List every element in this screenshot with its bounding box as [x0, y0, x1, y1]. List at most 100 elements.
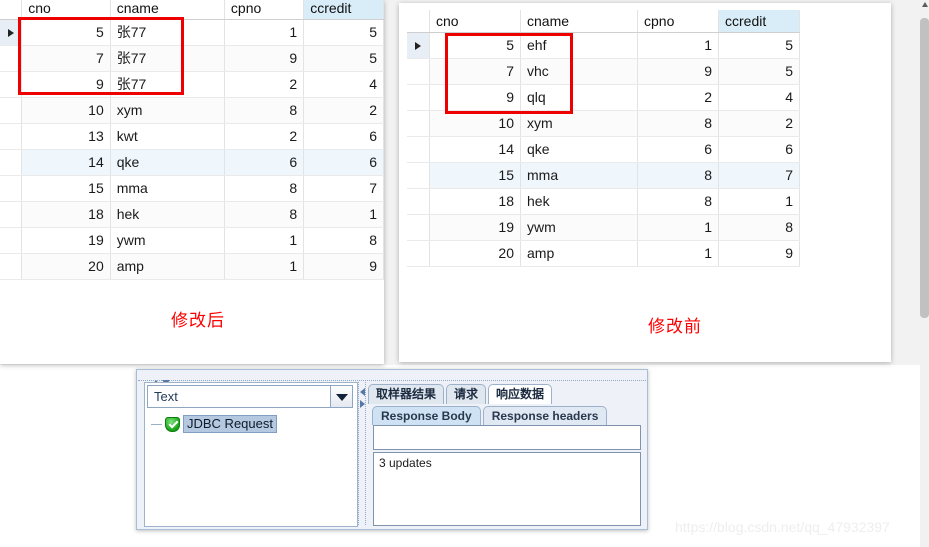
cell-cname[interactable]: mma — [110, 175, 225, 202]
table-row[interactable]: 14 qke 6 6 — [0, 149, 384, 176]
cell-cno[interactable]: 5 — [21, 19, 111, 46]
cell-cno[interactable]: 14 — [429, 136, 521, 163]
row-marker-cell[interactable] — [407, 240, 430, 267]
cell-cpno[interactable]: 8 — [637, 188, 719, 215]
row-marker-cell[interactable] — [407, 110, 430, 137]
cell-cpno[interactable]: 8 — [224, 175, 305, 202]
column-header-ccredit[interactable]: ccredit — [303, 0, 384, 20]
cell-ccredit[interactable]: 5 — [303, 19, 384, 46]
column-header-cpno[interactable]: cpno — [224, 0, 305, 20]
cell-cpno[interactable]: 1 — [637, 32, 719, 59]
cell-cname[interactable]: hek — [520, 188, 638, 215]
row-marker-cell[interactable] — [0, 19, 23, 46]
cell-ccredit[interactable]: 9 — [303, 253, 384, 280]
cell-ccredit[interactable]: 8 — [718, 214, 800, 241]
cell-cname[interactable]: qke — [520, 136, 638, 163]
row-marker-cell[interactable] — [407, 84, 430, 111]
cell-ccredit[interactable]: 5 — [718, 32, 800, 59]
cell-cno[interactable]: 18 — [429, 188, 521, 215]
result-tab-0[interactable]: 取样器结果 — [368, 384, 445, 404]
cell-cname[interactable]: ehf — [520, 32, 638, 59]
cell-cpno[interactable]: 8 — [224, 201, 305, 228]
cell-cname[interactable]: vhc — [520, 58, 638, 85]
cell-cno[interactable]: 14 — [21, 149, 111, 176]
cell-ccredit[interactable]: 8 — [303, 227, 384, 254]
cell-cpno[interactable]: 6 — [637, 136, 719, 163]
column-header-cpno[interactable]: cpno — [637, 10, 719, 33]
table-row[interactable]: 5 ehf 1 5 — [407, 32, 800, 59]
cell-cname[interactable]: ywm — [520, 214, 638, 241]
cell-cname[interactable]: 张77 — [110, 71, 225, 98]
table-row[interactable]: 9 qlq 2 4 — [407, 84, 800, 111]
splitter-right-arrow-icon[interactable] — [360, 400, 365, 408]
cell-ccredit[interactable]: 4 — [303, 71, 384, 98]
jmeter-top-splitter[interactable] — [138, 371, 646, 385]
jmeter-vertical-splitter[interactable] — [358, 382, 366, 525]
row-marker-cell[interactable] — [0, 71, 23, 98]
column-header-cname[interactable]: cname — [520, 10, 638, 33]
view-type-dropdown-button[interactable] — [330, 386, 352, 407]
cell-cpno[interactable]: 9 — [637, 58, 719, 85]
cell-cpno[interactable]: 2 — [224, 71, 305, 98]
table-row[interactable]: 14 qke 6 6 — [407, 136, 800, 163]
cell-ccredit[interactable]: 7 — [718, 162, 800, 189]
splitter-left-arrow-icon[interactable] — [360, 388, 365, 396]
table-row[interactable]: 7 张77 9 5 — [0, 45, 384, 72]
cell-cname[interactable]: mma — [520, 162, 638, 189]
cell-cname[interactable]: 张77 — [110, 45, 225, 72]
cell-cpno[interactable]: 8 — [224, 97, 305, 124]
result-tab-1[interactable]: 请求 — [446, 384, 487, 404]
table-row[interactable]: 19 ywm 1 8 — [407, 214, 800, 241]
row-marker-cell[interactable] — [0, 97, 23, 124]
cell-cno[interactable]: 5 — [429, 32, 521, 59]
cell-cno[interactable]: 7 — [21, 45, 111, 72]
cell-cpno[interactable]: 9 — [224, 45, 305, 72]
response-subtab-1[interactable]: Response headers — [482, 406, 608, 425]
result-grid-before[interactable]: cno cname cpno ccredit 5 ehf 1 5 7 vhc 9 5 9 qlq 2… — [407, 10, 800, 267]
cell-cname[interactable]: xym — [520, 110, 638, 137]
column-header-cno[interactable]: cno — [429, 10, 521, 33]
cell-ccredit[interactable]: 6 — [718, 136, 800, 163]
cell-ccredit[interactable]: 1 — [718, 188, 800, 215]
cell-ccredit[interactable]: 9 — [718, 240, 800, 267]
cell-cno[interactable]: 20 — [429, 240, 521, 267]
cell-cname[interactable]: hek — [110, 201, 225, 228]
cell-ccredit[interactable]: 4 — [718, 84, 800, 111]
page-scrollbar-thumb[interactable] — [920, 18, 929, 318]
cell-cno[interactable]: 20 — [21, 253, 111, 280]
table-row[interactable]: 15 mma 8 7 — [407, 162, 800, 189]
table-row[interactable]: 20 amp 1 9 — [407, 240, 800, 267]
cell-ccredit[interactable]: 7 — [303, 175, 384, 202]
result-tab-2[interactable]: 响应数据 — [488, 384, 553, 404]
cell-cno[interactable]: 15 — [429, 162, 521, 189]
cell-cpno[interactable]: 2 — [637, 84, 719, 111]
cell-cno[interactable]: 18 — [21, 201, 111, 228]
cell-cname[interactable]: xym — [110, 97, 225, 124]
response-body-area[interactable]: 3 updates — [373, 452, 641, 526]
table-row[interactable]: 20 amp 1 9 — [0, 253, 384, 280]
table-row[interactable]: 19 ywm 1 8 — [0, 227, 384, 254]
column-header-ccredit[interactable]: ccredit — [718, 10, 800, 33]
cell-cname[interactable]: ywm — [110, 227, 225, 254]
tree-item-label[interactable]: JDBC Request — [183, 415, 277, 433]
row-marker-cell[interactable] — [0, 123, 23, 150]
view-type-combo[interactable]: Text — [147, 385, 353, 408]
row-marker-cell[interactable] — [407, 136, 430, 163]
cell-cname[interactable]: 张77 — [110, 19, 225, 46]
row-marker-cell[interactable] — [407, 188, 430, 215]
row-marker-cell[interactable] — [0, 201, 23, 228]
row-marker-cell[interactable] — [407, 32, 430, 59]
table-row[interactable]: 10 xym 8 2 — [0, 97, 384, 124]
table-row[interactable]: 13 kwt 2 6 — [0, 123, 384, 150]
page-scrollbar-track[interactable] — [920, 0, 929, 547]
cell-ccredit[interactable]: 2 — [718, 110, 800, 137]
cell-cno[interactable]: 19 — [21, 227, 111, 254]
row-marker-cell[interactable] — [407, 58, 430, 85]
cell-cpno[interactable]: 8 — [637, 162, 719, 189]
column-header-cname[interactable]: cname — [110, 0, 225, 20]
table-row[interactable]: 15 mma 8 7 — [0, 175, 384, 202]
cell-cpno[interactable]: 1 — [637, 240, 719, 267]
cell-cno[interactable]: 13 — [21, 123, 111, 150]
row-marker-cell[interactable] — [407, 214, 430, 241]
cell-cname[interactable]: qlq — [520, 84, 638, 111]
